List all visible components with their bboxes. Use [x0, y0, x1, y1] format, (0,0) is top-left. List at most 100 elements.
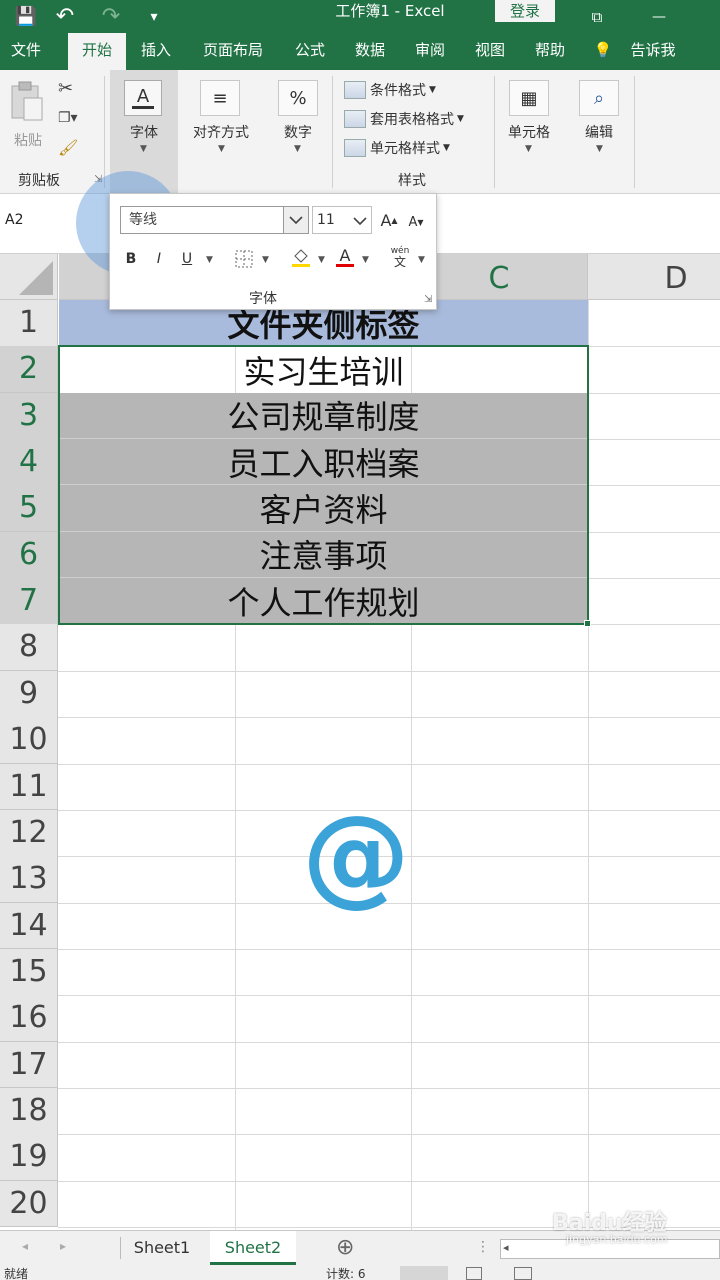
cut-icon[interactable]: ✂: [58, 78, 73, 99]
font-button[interactable]: A 字体 ▼: [120, 78, 168, 158]
tab-formulas[interactable]: 公式: [284, 33, 336, 70]
chevron-down-icon[interactable]: ▼: [418, 255, 425, 265]
title-bar: 💾 ↶ ↷ ▾ 工作簿1 - Excel 登录 ⧉ —: [0, 0, 720, 33]
select-all-corner[interactable]: [0, 254, 58, 300]
chevron-down-icon[interactable]: ▼: [206, 255, 213, 265]
row-header-3[interactable]: 3: [0, 392, 58, 440]
tab-insert[interactable]: 插入: [130, 33, 182, 70]
undo-icon[interactable]: ↶: [52, 0, 78, 33]
normal-view-icon[interactable]: [400, 1266, 448, 1280]
more-icon[interactable]: ⋮: [476, 1239, 490, 1255]
row-header-19[interactable]: 19: [0, 1134, 58, 1182]
status-count: 计数: 6: [326, 1267, 366, 1280]
chevron-down-icon[interactable]: ▼: [362, 255, 369, 265]
row-header-11[interactable]: 11: [0, 763, 58, 811]
tab-view[interactable]: 视图: [464, 33, 516, 70]
cell-style-button[interactable]: 单元格样式 ▼: [344, 136, 450, 160]
alignment-button[interactable]: ≡ 对齐方式 ▼: [186, 78, 256, 158]
tab-help[interactable]: 帮助: [524, 33, 576, 70]
page-layout-icon[interactable]: [466, 1267, 482, 1280]
tab-data[interactable]: 数据: [344, 33, 396, 70]
tab-page-layout[interactable]: 页面布局: [196, 33, 270, 70]
paste-button[interactable]: 粘贴: [8, 80, 50, 160]
sheet-tab-sheet1[interactable]: Sheet1: [124, 1231, 200, 1265]
row-header-8[interactable]: 8: [0, 624, 58, 672]
border-button[interactable]: [232, 246, 256, 272]
sheet-tab-sheet2[interactable]: Sheet2: [210, 1231, 296, 1265]
tab-review[interactable]: 审阅: [404, 33, 456, 70]
chevron-down-icon[interactable]: ▼: [318, 255, 325, 265]
merged-cell-row-5[interactable]: 客户资料: [59, 485, 588, 532]
row-header-9[interactable]: 9: [0, 670, 58, 718]
copy-icon[interactable]: ❐▾: [58, 110, 78, 126]
fill-handle[interactable]: [584, 620, 591, 627]
merged-cell-row-4[interactable]: 员工入职档案: [59, 439, 588, 486]
merged-cell-row-7[interactable]: 个人工作规划: [59, 578, 588, 625]
scroll-left-icon[interactable]: ◂: [22, 1239, 28, 1253]
conditional-format-button[interactable]: 条件格式 ▼: [344, 78, 436, 102]
merged-cell-row-2[interactable]: 实习生培训: [59, 346, 588, 392]
scroll-right-icon[interactable]: ▸: [60, 1239, 66, 1253]
font-size-input[interactable]: 11: [312, 206, 372, 234]
row-header-14[interactable]: 14: [0, 902, 58, 950]
format-painter-icon[interactable]: 🖌: [58, 138, 78, 157]
row-header-16[interactable]: 16: [0, 995, 58, 1043]
font-color-button[interactable]: A: [332, 244, 358, 270]
redo-icon[interactable]: ↷: [98, 0, 124, 33]
grow-font-icon: A: [380, 210, 392, 230]
add-sheet-icon[interactable]: ⊕: [336, 1235, 354, 1260]
row-header-17[interactable]: 17: [0, 1041, 58, 1089]
login-button[interactable]: 登录: [495, 0, 555, 22]
table-format-button[interactable]: 套用表格格式 ▼: [344, 107, 464, 131]
table-format-icon: [344, 110, 366, 128]
row-header-2[interactable]: 2: [0, 346, 58, 394]
row-header-4[interactable]: 4: [0, 439, 58, 486]
ribbon-display-icon[interactable]: ⧉: [584, 0, 610, 33]
alignment-label: 对齐方式: [193, 125, 249, 141]
merged-cell-row-3[interactable]: 公司规章制度: [59, 392, 588, 440]
row-header-6[interactable]: 6: [0, 531, 58, 579]
font-name-input[interactable]: 等线: [120, 206, 292, 234]
font-name-dropdown[interactable]: [283, 206, 309, 234]
row-header-1[interactable]: 1: [0, 300, 58, 347]
row-header-5[interactable]: 5: [0, 485, 58, 533]
tab-home[interactable]: 开始: [68, 33, 126, 70]
customize-toolbar-icon[interactable]: ▾: [144, 0, 164, 33]
column-gridline: [588, 300, 589, 1230]
row-header-15[interactable]: 15: [0, 948, 58, 996]
status-bar: 就绪 计数: 6: [0, 1266, 720, 1280]
row-header-12[interactable]: 12: [0, 809, 58, 857]
cells-button[interactable]: ▦ 单元格 ▼: [500, 78, 558, 158]
paste-label: 粘贴: [14, 133, 42, 149]
editing-button[interactable]: ⌕ 编辑 ▼: [572, 78, 626, 158]
chevron-down-icon[interactable]: ▼: [262, 255, 269, 265]
page-break-icon[interactable]: [514, 1267, 532, 1280]
grow-font-button[interactable]: A ▲: [378, 207, 400, 233]
underline-button[interactable]: U: [176, 246, 198, 272]
tab-tell-me[interactable]: 告诉我: [618, 33, 688, 70]
merged-cell-row-6[interactable]: 注意事项: [59, 531, 588, 579]
row-header-10[interactable]: 10: [0, 717, 58, 764]
font-launcher-icon[interactable]: ⇲: [424, 294, 432, 305]
chevron-down-icon: ▼: [525, 144, 532, 154]
minimize-icon[interactable]: —: [646, 0, 672, 33]
scroll-left-arrow-icon[interactable]: ◂: [503, 1241, 509, 1254]
tab-file[interactable]: 文件: [0, 33, 52, 70]
column-header-d[interactable]: D: [588, 254, 720, 300]
row-header-13[interactable]: 13: [0, 856, 58, 904]
bold-button[interactable]: B: [120, 246, 142, 272]
italic-button[interactable]: I: [148, 246, 170, 272]
row-header-20[interactable]: 20: [0, 1180, 58, 1228]
number-button[interactable]: % 数字 ▼: [274, 78, 322, 158]
phonetic-button[interactable]: wén 文: [386, 244, 414, 270]
fill-color-button[interactable]: [288, 244, 314, 270]
font-icon: A: [124, 80, 162, 116]
clipboard-launcher-icon[interactable]: ⇲: [94, 174, 102, 185]
name-box[interactable]: A2: [0, 208, 60, 232]
save-icon[interactable]: 💾: [12, 0, 40, 33]
shrink-font-button[interactable]: A ▼: [405, 209, 427, 235]
row-gridline: [58, 717, 720, 719]
column-header-c[interactable]: C: [411, 254, 588, 300]
row-header-7[interactable]: 7: [0, 578, 58, 625]
row-header-18[interactable]: 18: [0, 1087, 58, 1135]
